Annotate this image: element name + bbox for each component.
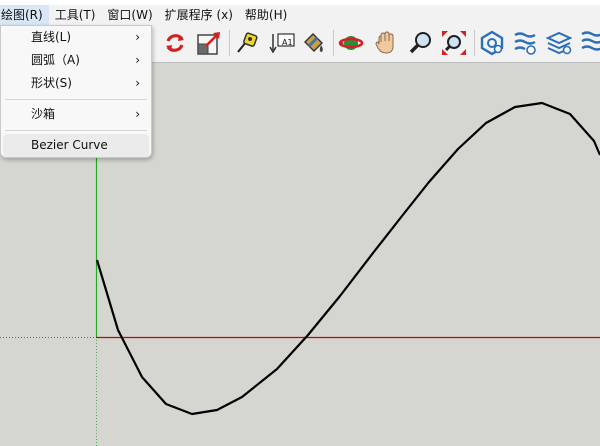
toolbar-separator [474,30,475,56]
pan-hand-icon [375,31,394,54]
menu-item-label: 圆弧（A) [31,53,80,67]
menu-item-arc[interactable]: 圆弧（A) › [1,49,151,72]
menu-item-label: Bezier Curve [31,138,108,152]
scale-button[interactable] [195,29,223,57]
text-tool-button[interactable]: A1 [268,29,296,57]
submenu-arrow-icon: › [135,53,140,67]
scale-icon [197,32,220,55]
extension-4-icon [581,31,600,51]
draw-menu-dropdown: 直线(L) › 圆弧（A) › 形状(S) › 沙箱 › Bezier Curv… [0,25,152,158]
toolbar-separator [333,30,334,56]
extension-3-icon [546,31,572,55]
extension-button-2[interactable] [511,29,539,57]
extension-button-1[interactable] [478,29,506,57]
menu-help[interactable]: 帮助(H) [239,5,293,25]
rotate-button[interactable] [161,29,189,57]
text-tool-glyph: A1 [282,38,293,47]
menu-item-shapes[interactable]: 形状(S) › [1,72,151,95]
orbit-button[interactable] [337,29,365,57]
menu-item-bezier-curve[interactable]: Bezier Curve [3,134,149,157]
menu-window[interactable]: 窗口(W) [101,5,158,25]
extension-1-icon [480,30,504,56]
submenu-arrow-icon: › [135,76,140,90]
zoom-icon [409,32,431,54]
menu-draw[interactable]: 绘图(R) [0,5,49,25]
tape-measure-button[interactable] [233,29,261,57]
menu-item-label: 直线(L) [31,30,72,44]
menu-separator [5,99,147,100]
toolbar-separator [229,30,230,56]
extension-button-3[interactable] [545,29,573,57]
zoom-button[interactable] [407,29,435,57]
bezier-curve[interactable] [95,101,600,416]
submenu-arrow-icon: › [135,107,140,121]
menu-tools[interactable]: 工具(T) [49,5,102,25]
pan-button[interactable] [372,29,400,57]
menu-bar: 绘图(R) 工具(T) 窗口(W) 扩展程序 (x) 帮助(H) [0,5,600,25]
tape-measure-icon [237,32,258,53]
menu-item-sandbox[interactable]: 沙箱 › [1,103,151,126]
menu-separator [5,130,147,131]
menu-item-label: 沙箱 [31,107,56,121]
submenu-arrow-icon: › [135,30,140,44]
paint-bucket-icon [304,33,323,52]
menu-item-label: 形状(S) [31,76,72,90]
zoom-extents-button[interactable] [440,29,468,57]
extension-button-4[interactable] [578,29,600,57]
menu-item-line[interactable]: 直线(L) › [1,26,151,49]
rotate-icon [166,34,184,52]
zoom-extents-icon [442,31,466,55]
menu-extensions[interactable]: 扩展程序 (x) [159,5,239,25]
extension-2-icon [514,32,536,55]
paint-bucket-button[interactable] [299,29,327,57]
orbit-icon [338,36,364,50]
